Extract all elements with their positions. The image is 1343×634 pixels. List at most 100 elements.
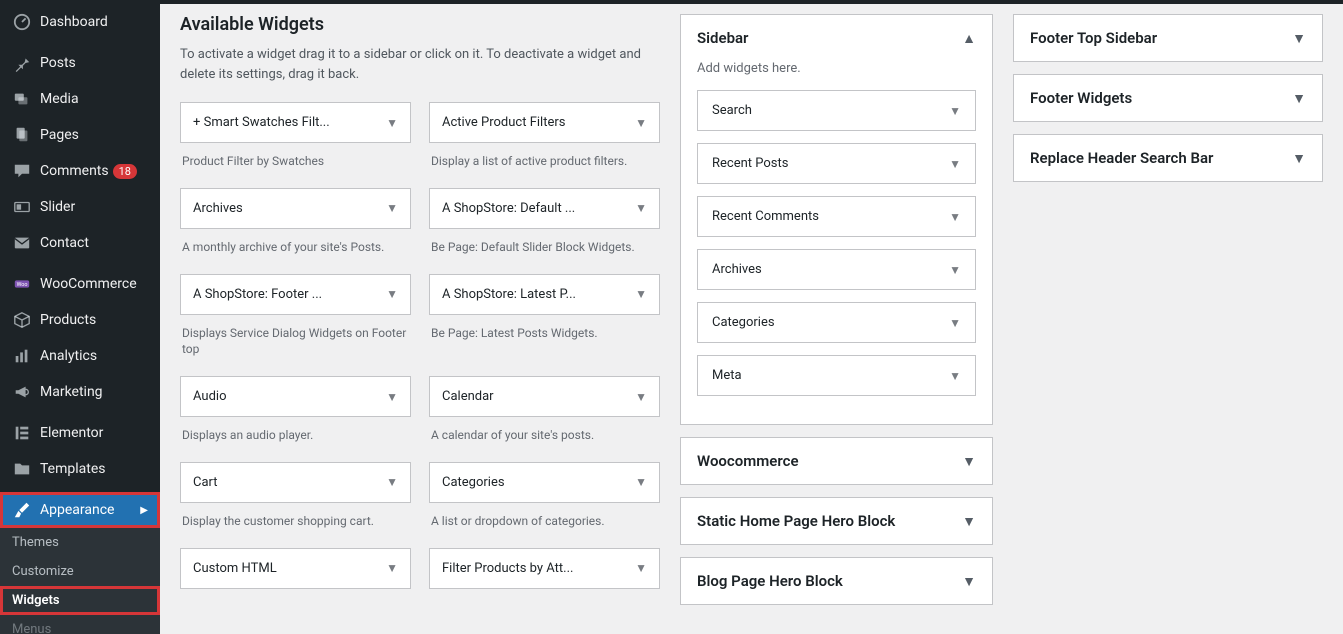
menu-comments[interactable]: Comments 18 <box>0 153 160 189</box>
placed-widget[interactable]: Recent Posts ▼ <box>697 143 976 184</box>
chevron-down-icon: ▼ <box>949 104 961 118</box>
widget-title: Categories <box>442 475 505 490</box>
available-heading: Available Widgets <box>180 14 660 35</box>
submenu-widgets[interactable]: Widgets <box>0 586 160 615</box>
chevron-down-icon: ▼ <box>962 573 976 590</box>
widget-title: + Smart Swatches Filt... <box>193 115 330 130</box>
chevron-down-icon: ▼ <box>1292 90 1306 107</box>
available-widget[interactable]: Calendar ▼ <box>429 376 660 417</box>
placed-widget[interactable]: Search ▼ <box>697 90 976 131</box>
available-widget[interactable]: Categories ▼ <box>429 462 660 503</box>
slider-icon <box>12 197 32 217</box>
available-widget[interactable]: Archives ▼ <box>180 188 411 229</box>
elementor-icon <box>12 423 32 443</box>
svg-text:Woo: Woo <box>17 282 28 288</box>
menu-templates[interactable]: Templates <box>0 451 160 487</box>
available-widget[interactable]: Cart ▼ <box>180 462 411 503</box>
area-header[interactable]: Footer Widgets ▼ <box>1014 75 1322 121</box>
available-widget[interactable]: A ShopStore: Footer ... ▼ <box>180 274 411 315</box>
chevron-down-icon: ▼ <box>627 475 647 489</box>
placed-widget[interactable]: Archives ▼ <box>697 249 976 290</box>
menu-elementor[interactable]: Elementor <box>0 415 160 451</box>
chevron-down-icon: ▼ <box>627 201 647 215</box>
widget-desc: Display a list of active product filters… <box>429 143 660 188</box>
widget-title: Meta <box>712 368 742 383</box>
chevron-down-icon: ▼ <box>949 263 961 277</box>
available-widget[interactable]: Active Product Filters ▼ <box>429 102 660 143</box>
chevron-down-icon: ▼ <box>378 287 398 301</box>
woo-icon: Woo <box>12 274 32 294</box>
widget-area: Blog Page Hero Block ▼ <box>680 557 993 605</box>
chevron-down-icon: ▼ <box>378 561 398 575</box>
chevron-down-icon: ▼ <box>962 513 976 530</box>
submenu-menus[interactable]: Menus <box>0 615 160 634</box>
folder-icon <box>12 459 32 479</box>
menu-label: Slider <box>40 199 75 215</box>
available-widget[interactable]: Custom HTML ▼ <box>180 548 411 589</box>
widget-title: A ShopStore: Footer ... <box>193 287 322 302</box>
mail-icon <box>12 233 32 253</box>
chevron-down-icon: ▼ <box>949 316 961 330</box>
placed-widget[interactable]: Categories ▼ <box>697 302 976 343</box>
menu-analytics[interactable]: Analytics <box>0 338 160 374</box>
available-widget[interactable]: Filter Products by Att... ▼ <box>429 548 660 589</box>
widget-desc: Displays an audio player. <box>180 417 411 462</box>
area-header[interactable]: Blog Page Hero Block ▼ <box>681 558 992 604</box>
menu-dashboard[interactable]: Dashboard <box>0 4 160 40</box>
area-header[interactable]: Sidebar ▲ <box>681 15 992 61</box>
widget-title: Archives <box>712 262 762 277</box>
area-title: Blog Page Hero Block <box>697 572 843 590</box>
widget-title: Active Product Filters <box>442 115 565 130</box>
available-widget[interactable]: A ShopStore: Latest P... ▼ <box>429 274 660 315</box>
widget-desc: A monthly archive of your site's Posts. <box>180 229 411 274</box>
menu-label: Dashboard <box>40 14 108 30</box>
chevron-up-icon: ▲ <box>962 30 976 47</box>
widget-desc: Displays Service Dialog Widgets on Foote… <box>180 315 411 377</box>
menu-label: Comments <box>40 163 109 179</box>
chevron-down-icon: ▼ <box>378 390 398 404</box>
menu-label: Products <box>40 312 96 328</box>
menu-pages[interactable]: Pages <box>0 117 160 153</box>
area-header[interactable]: Woocommerce ▼ <box>681 438 992 484</box>
menu-marketing[interactable]: Marketing <box>0 374 160 410</box>
chevron-down-icon: ▼ <box>627 287 647 301</box>
placed-widget[interactable]: Recent Comments ▼ <box>697 196 976 237</box>
menu-slider[interactable]: Slider <box>0 189 160 225</box>
available-widget[interactable]: Audio ▼ <box>180 376 411 417</box>
menu-woocommerce[interactable]: Woo WooCommerce <box>0 266 160 302</box>
widget-title: Archives <box>193 201 243 216</box>
chevron-down-icon: ▼ <box>627 116 647 130</box>
area-header[interactable]: Replace Header Search Bar ▼ <box>1014 135 1322 181</box>
submenu-customize[interactable]: Customize <box>0 557 160 586</box>
area-header[interactable]: Static Home Page Hero Block ▼ <box>681 498 992 544</box>
chevron-down-icon: ▼ <box>627 390 647 404</box>
area-title: Woocommerce <box>697 452 799 470</box>
pages-icon <box>12 125 32 145</box>
area-title: Sidebar <box>697 29 748 47</box>
menu-label: Analytics <box>40 348 97 364</box>
area-header[interactable]: Footer Top Sidebar ▼ <box>1014 15 1322 61</box>
chevron-down-icon: ▼ <box>962 453 976 470</box>
widget-desc: A calendar of your site's posts. <box>429 417 660 462</box>
menu-products[interactable]: Products <box>0 302 160 338</box>
menu-media[interactable]: Media <box>0 81 160 117</box>
menu-label: Marketing <box>40 384 103 400</box>
menu-contact[interactable]: Contact <box>0 225 160 261</box>
widget-desc <box>180 589 411 617</box>
menu-appearance[interactable]: Appearance ▶ <box>0 492 160 528</box>
widget-area: Replace Header Search Bar ▼ <box>1013 134 1323 182</box>
chevron-down-icon: ▼ <box>378 201 398 215</box>
placed-widget[interactable]: Meta ▼ <box>697 355 976 396</box>
widget-desc: Be Page: Default Slider Block Widgets. <box>429 229 660 274</box>
chevron-down-icon: ▼ <box>1292 30 1306 47</box>
menu-posts[interactable]: Posts <box>0 45 160 81</box>
widget-title: A ShopStore: Latest P... <box>442 287 576 302</box>
brush-icon <box>12 500 32 520</box>
widget-area: Footer Widgets ▼ <box>1013 74 1323 122</box>
chevron-down-icon: ▼ <box>627 561 647 575</box>
widget-desc: A list or dropdown of categories. <box>429 503 660 548</box>
menu-label: Posts <box>40 55 76 71</box>
available-widget[interactable]: + Smart Swatches Filt... ▼ <box>180 102 411 143</box>
submenu-themes[interactable]: Themes <box>0 528 160 557</box>
available-widget[interactable]: A ShopStore: Default ... ▼ <box>429 188 660 229</box>
